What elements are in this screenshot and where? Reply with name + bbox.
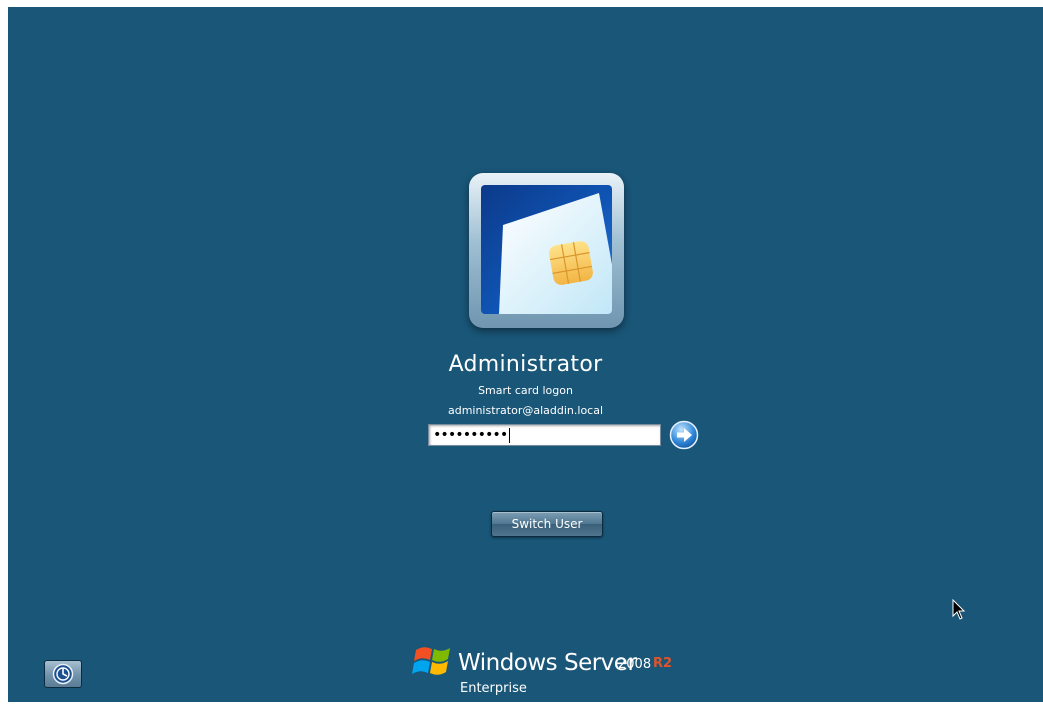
- product-name: Windows Server: [458, 650, 637, 676]
- password-input[interactable]: ••••••••••: [428, 424, 661, 446]
- product-version: 2008: [618, 657, 652, 672]
- windows-server-branding: Windows Server 2008 R2 Enterprise: [412, 640, 692, 700]
- product-release: R2: [653, 656, 673, 671]
- submit-button[interactable]: [669, 420, 699, 450]
- ease-of-access-icon: [52, 663, 74, 685]
- logon-type-label: Smart card logon: [478, 384, 573, 397]
- user-name: Administrator: [448, 352, 603, 377]
- smart-card-icon: [481, 185, 612, 314]
- arrow-right-icon: [669, 420, 699, 450]
- windows-flag-icon: [412, 647, 450, 675]
- switch-user-button[interactable]: Switch User: [491, 511, 603, 537]
- user-tile[interactable]: [469, 173, 624, 328]
- ease-of-access-button[interactable]: [44, 660, 82, 688]
- account-name: administrator@aladdin.local: [447, 404, 604, 417]
- mouse-pointer: [952, 598, 966, 625]
- product-edition: Enterprise: [460, 681, 527, 696]
- password-mask: ••••••••••: [433, 427, 508, 443]
- logon-screen: Administrator Smart card logon administr…: [8, 7, 1043, 702]
- text-caret: [509, 428, 510, 443]
